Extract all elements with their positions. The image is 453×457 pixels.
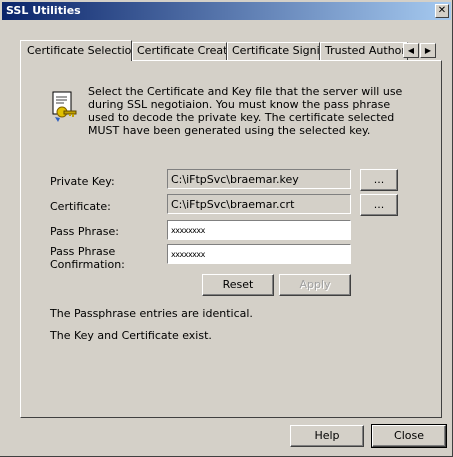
tab-trusted-authorities[interactable]: Trusted Authorities [320, 42, 408, 60]
window-title: SSL Utilities [6, 4, 81, 17]
certificate-selection-panel: Select the Certificate and Key file that… [20, 60, 442, 418]
tab-scroll-buttons: ◀ ▶ [402, 43, 436, 58]
tab-strip: Certificate Selection Certificate Creati… [20, 40, 440, 61]
help-button[interactable]: Help [290, 425, 364, 447]
tab-certificate-creation[interactable]: Certificate Creation [132, 42, 227, 60]
tab-label: Certificate Creation [137, 44, 227, 57]
title-bar[interactable]: SSL Utilities ✕ [2, 2, 451, 20]
instructions-text: Select the Certificate and Key file that… [88, 85, 403, 137]
tab-label: Trusted Authorities [325, 44, 407, 57]
pass-phrase-input[interactable]: xxxxxxxx [167, 220, 351, 240]
apply-button[interactable]: Apply [279, 274, 351, 296]
certificate-key-icon [52, 91, 77, 122]
tab-certificate-selection[interactable]: Certificate Selection [20, 40, 132, 61]
tab-certificate-signing[interactable]: Certificate Signing [227, 42, 320, 60]
certificate-label: Certificate: [50, 200, 111, 213]
scroll-right-icon[interactable]: ▶ [420, 43, 436, 58]
tab-label: Certificate Selection [27, 44, 132, 57]
certificate-field[interactable]: C:\iFtpSvc\braemar.crt [167, 194, 351, 214]
reset-button[interactable]: Reset [202, 274, 274, 296]
scroll-left-icon[interactable]: ◀ [403, 43, 419, 58]
close-icon[interactable]: ✕ [435, 4, 449, 18]
tab-label: Certificate Signing [232, 44, 320, 57]
close-button[interactable]: Close [371, 424, 447, 448]
pass-phrase-confirmation-input[interactable]: xxxxxxxx [167, 244, 351, 264]
browse-private-key-button[interactable]: ... [360, 169, 398, 191]
pass-phrase-confirmation-label: Pass Phrase Confirmation: [50, 245, 125, 271]
passphrase-status-text: The Passphrase entries are identical. [50, 307, 253, 320]
files-status-text: The Key and Certificate exist. [50, 329, 212, 342]
private-key-label: Private Key: [50, 175, 115, 188]
browse-certificate-button[interactable]: ... [360, 194, 398, 216]
pass-phrase-label: Pass Phrase: [50, 225, 119, 238]
private-key-field[interactable]: C:\iFtpSvc\braemar.key [167, 169, 351, 189]
ssl-utilities-window: SSL Utilities ✕ Certificate Selection Ce… [0, 0, 453, 457]
